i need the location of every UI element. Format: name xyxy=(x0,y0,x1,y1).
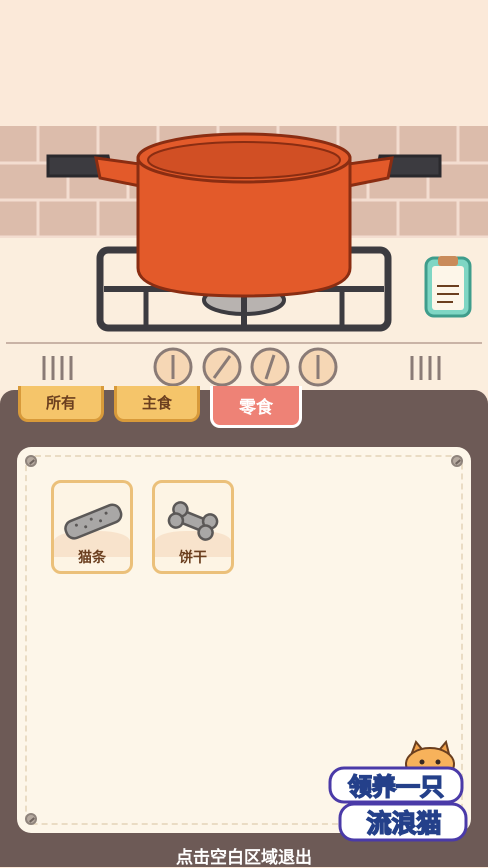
tab-label: 所有 xyxy=(45,394,76,412)
item-cat-strip[interactable]: 猫条 xyxy=(51,480,133,574)
screw-icon xyxy=(451,455,463,467)
logo-line-1: 领养一只 xyxy=(348,773,444,801)
tab-label: 主食 xyxy=(141,394,172,412)
kitchen-scene xyxy=(0,0,488,390)
bone-biscuit-icon xyxy=(167,501,219,541)
screw-icon xyxy=(25,455,37,467)
game-logo: 领养一只 流浪猫 xyxy=(318,739,488,850)
tab-staple-food[interactable]: 主食 xyxy=(114,386,200,422)
recipe-clipboard-icon[interactable] xyxy=(424,256,472,318)
item-label: 饼干 xyxy=(179,550,207,566)
tab-snacks[interactable]: 零食 xyxy=(210,386,302,428)
game-logo-art: 领养一只 流浪猫 xyxy=(328,739,468,842)
tab-label: 零食 xyxy=(239,398,273,418)
stove-illustration xyxy=(0,0,488,390)
tab-all[interactable]: 所有 xyxy=(18,386,104,422)
item-label: 猫条 xyxy=(78,550,106,566)
category-tabs: 所有 主食 零食 xyxy=(0,386,488,436)
logo-line-2: 流浪猫 xyxy=(366,809,441,838)
cat-strip-icon xyxy=(64,503,123,540)
screw-icon xyxy=(25,813,37,825)
exit-hint: 点击空白区域退出 xyxy=(176,848,312,868)
item-biscuit[interactable]: 饼干 xyxy=(152,480,234,574)
